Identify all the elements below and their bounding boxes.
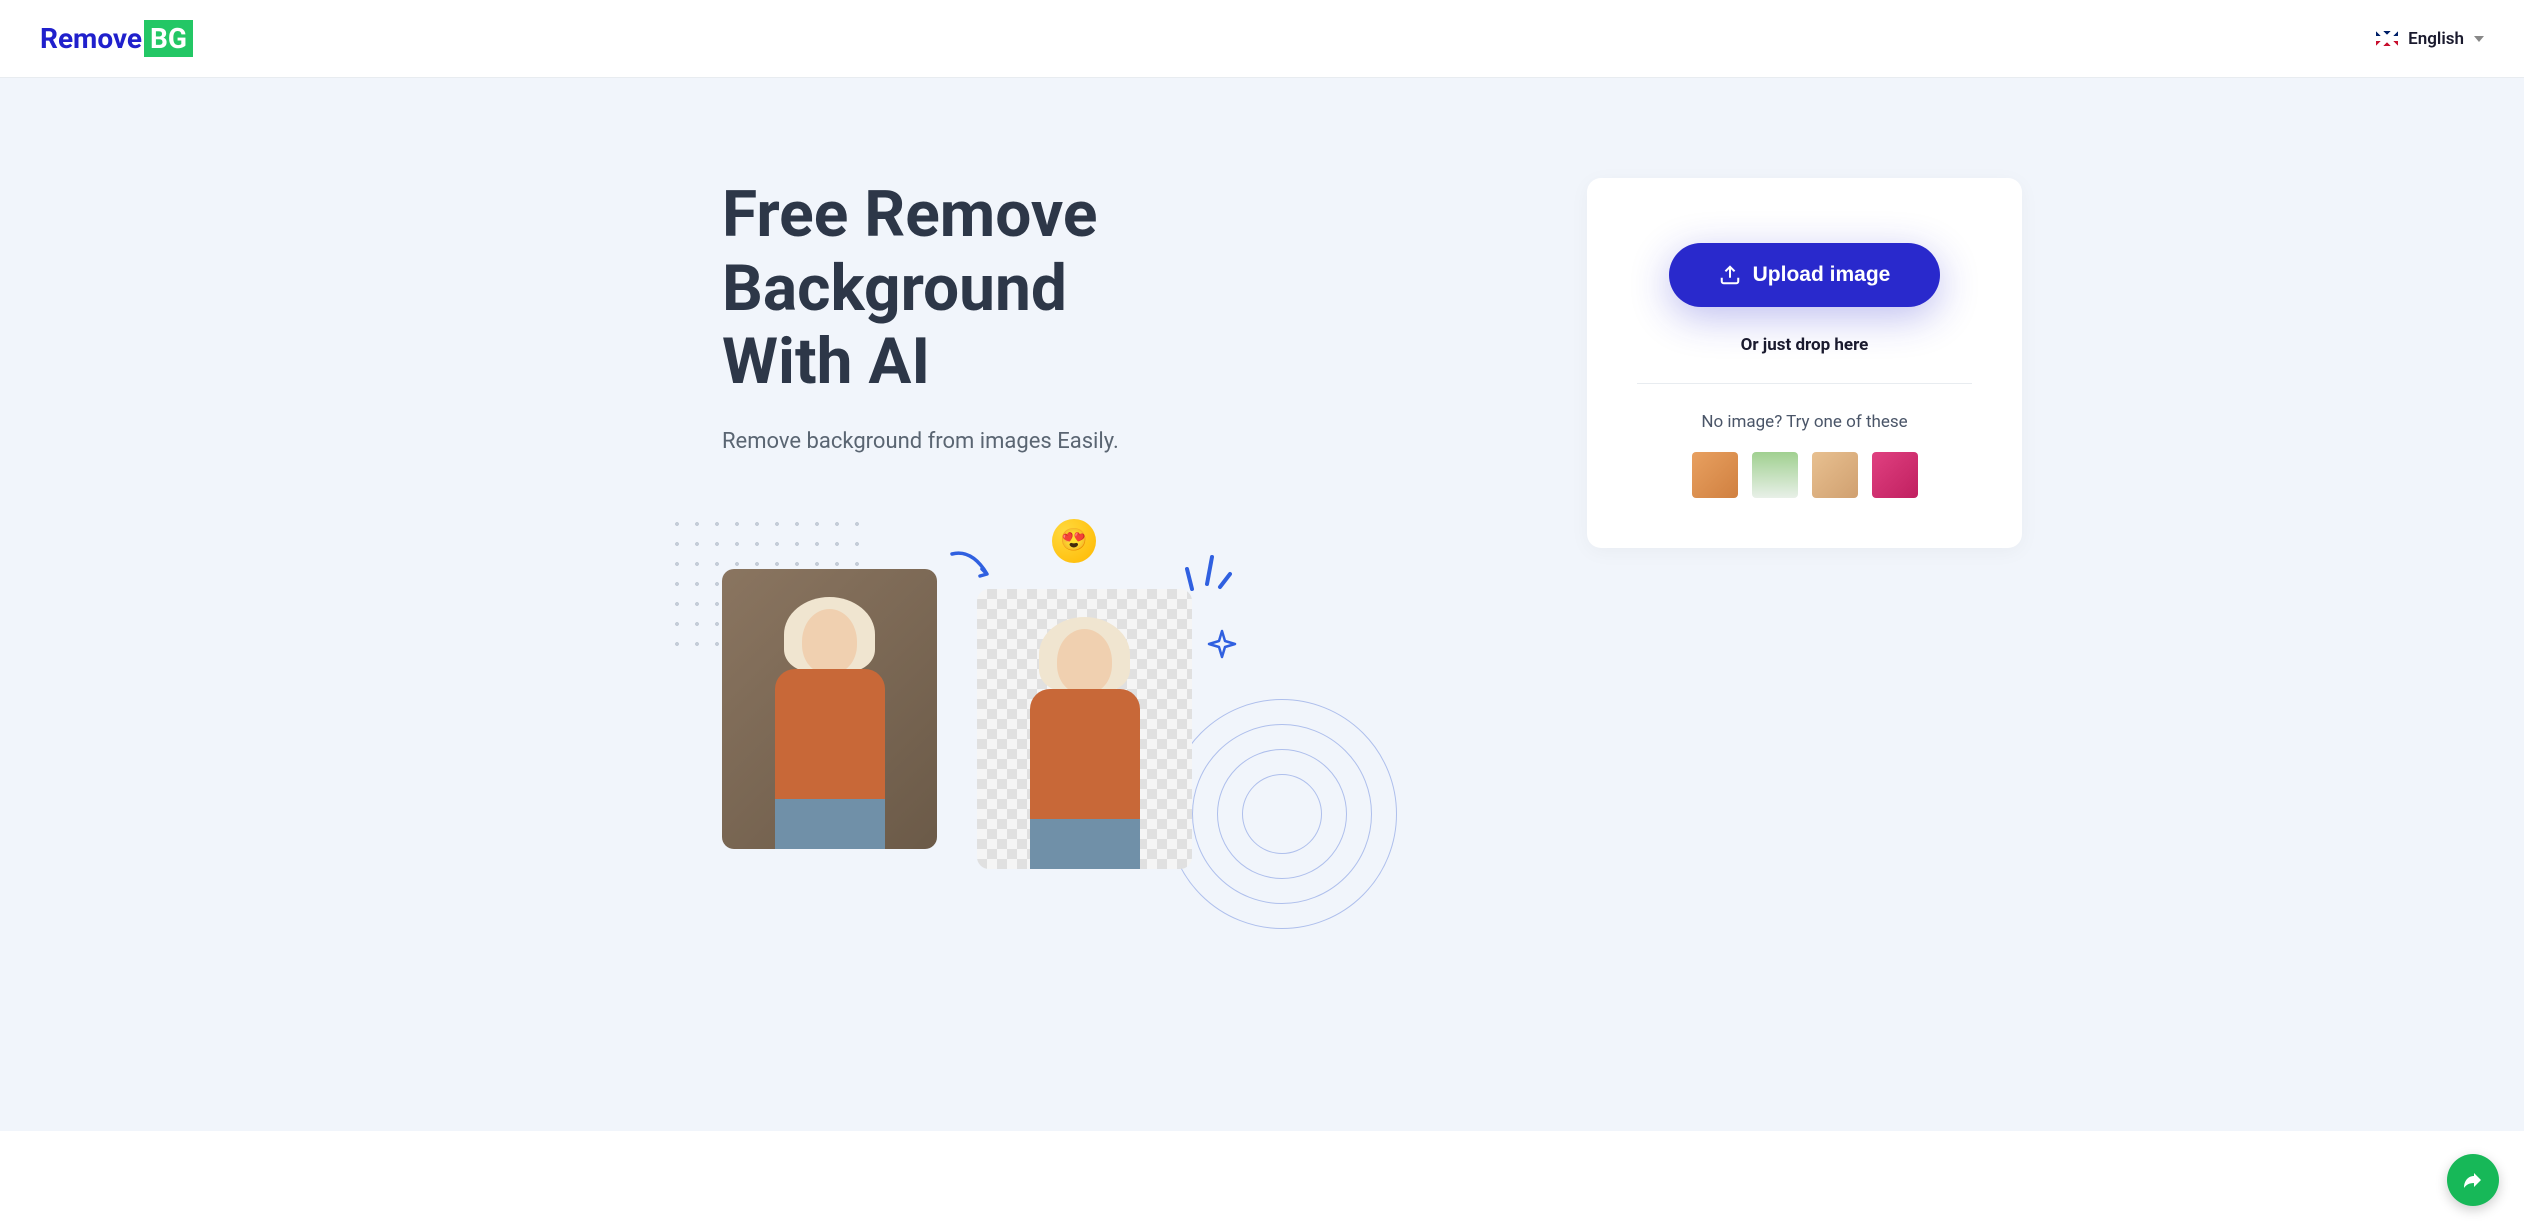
main-content: Free Remove Background With AI Remove ba… — [462, 78, 2062, 869]
arrow-icon — [947, 544, 997, 594]
logo-text-bg: BG — [144, 20, 193, 57]
drop-here-text: Or just drop here — [1637, 335, 1972, 355]
heart-eyes-emoji-icon: 😍 — [1052, 519, 1096, 563]
logo-text-remove: Remove — [40, 22, 142, 55]
sample-images-row — [1637, 452, 1972, 498]
demo-image-before — [722, 569, 937, 849]
divider — [1637, 383, 1972, 384]
hero-subtitle: Remove background from images Easily. — [722, 429, 1202, 454]
language-label: English — [2408, 29, 2464, 49]
share-fab-button[interactable] — [2447, 1154, 2499, 1206]
chevron-down-icon — [2474, 36, 2484, 42]
image-demo: 😍 — [722, 514, 1202, 869]
no-image-text: No image? Try one of these — [1637, 412, 1972, 432]
sample-image-cat[interactable] — [1692, 452, 1738, 498]
upload-button-label: Upload image — [1753, 263, 1891, 287]
bottom-panel — [0, 1131, 2524, 1231]
share-icon — [2461, 1168, 2485, 1192]
sample-image-girl[interactable] — [1872, 452, 1918, 498]
language-selector[interactable]: English — [2376, 29, 2484, 49]
upload-card: Upload image Or just drop here No image?… — [1587, 178, 2022, 548]
circles-decoration — [1182, 714, 1382, 914]
upload-image-button[interactable]: Upload image — [1669, 243, 1941, 307]
hero-section: Free Remove Background With AI Remove ba… — [502, 178, 1202, 869]
sample-image-plant[interactable] — [1752, 452, 1798, 498]
logo[interactable]: Remove BG — [40, 20, 193, 57]
header: Remove BG English — [0, 0, 2524, 78]
sample-image-dog[interactable] — [1812, 452, 1858, 498]
sparkle-star-icon — [1207, 629, 1237, 659]
sparkle-lines-icon — [1182, 549, 1232, 599]
demo-image-after — [977, 589, 1192, 869]
upload-icon — [1719, 264, 1741, 286]
hero-title: Free Remove Background With AI — [722, 178, 1202, 399]
uk-flag-icon — [2376, 31, 2398, 46]
